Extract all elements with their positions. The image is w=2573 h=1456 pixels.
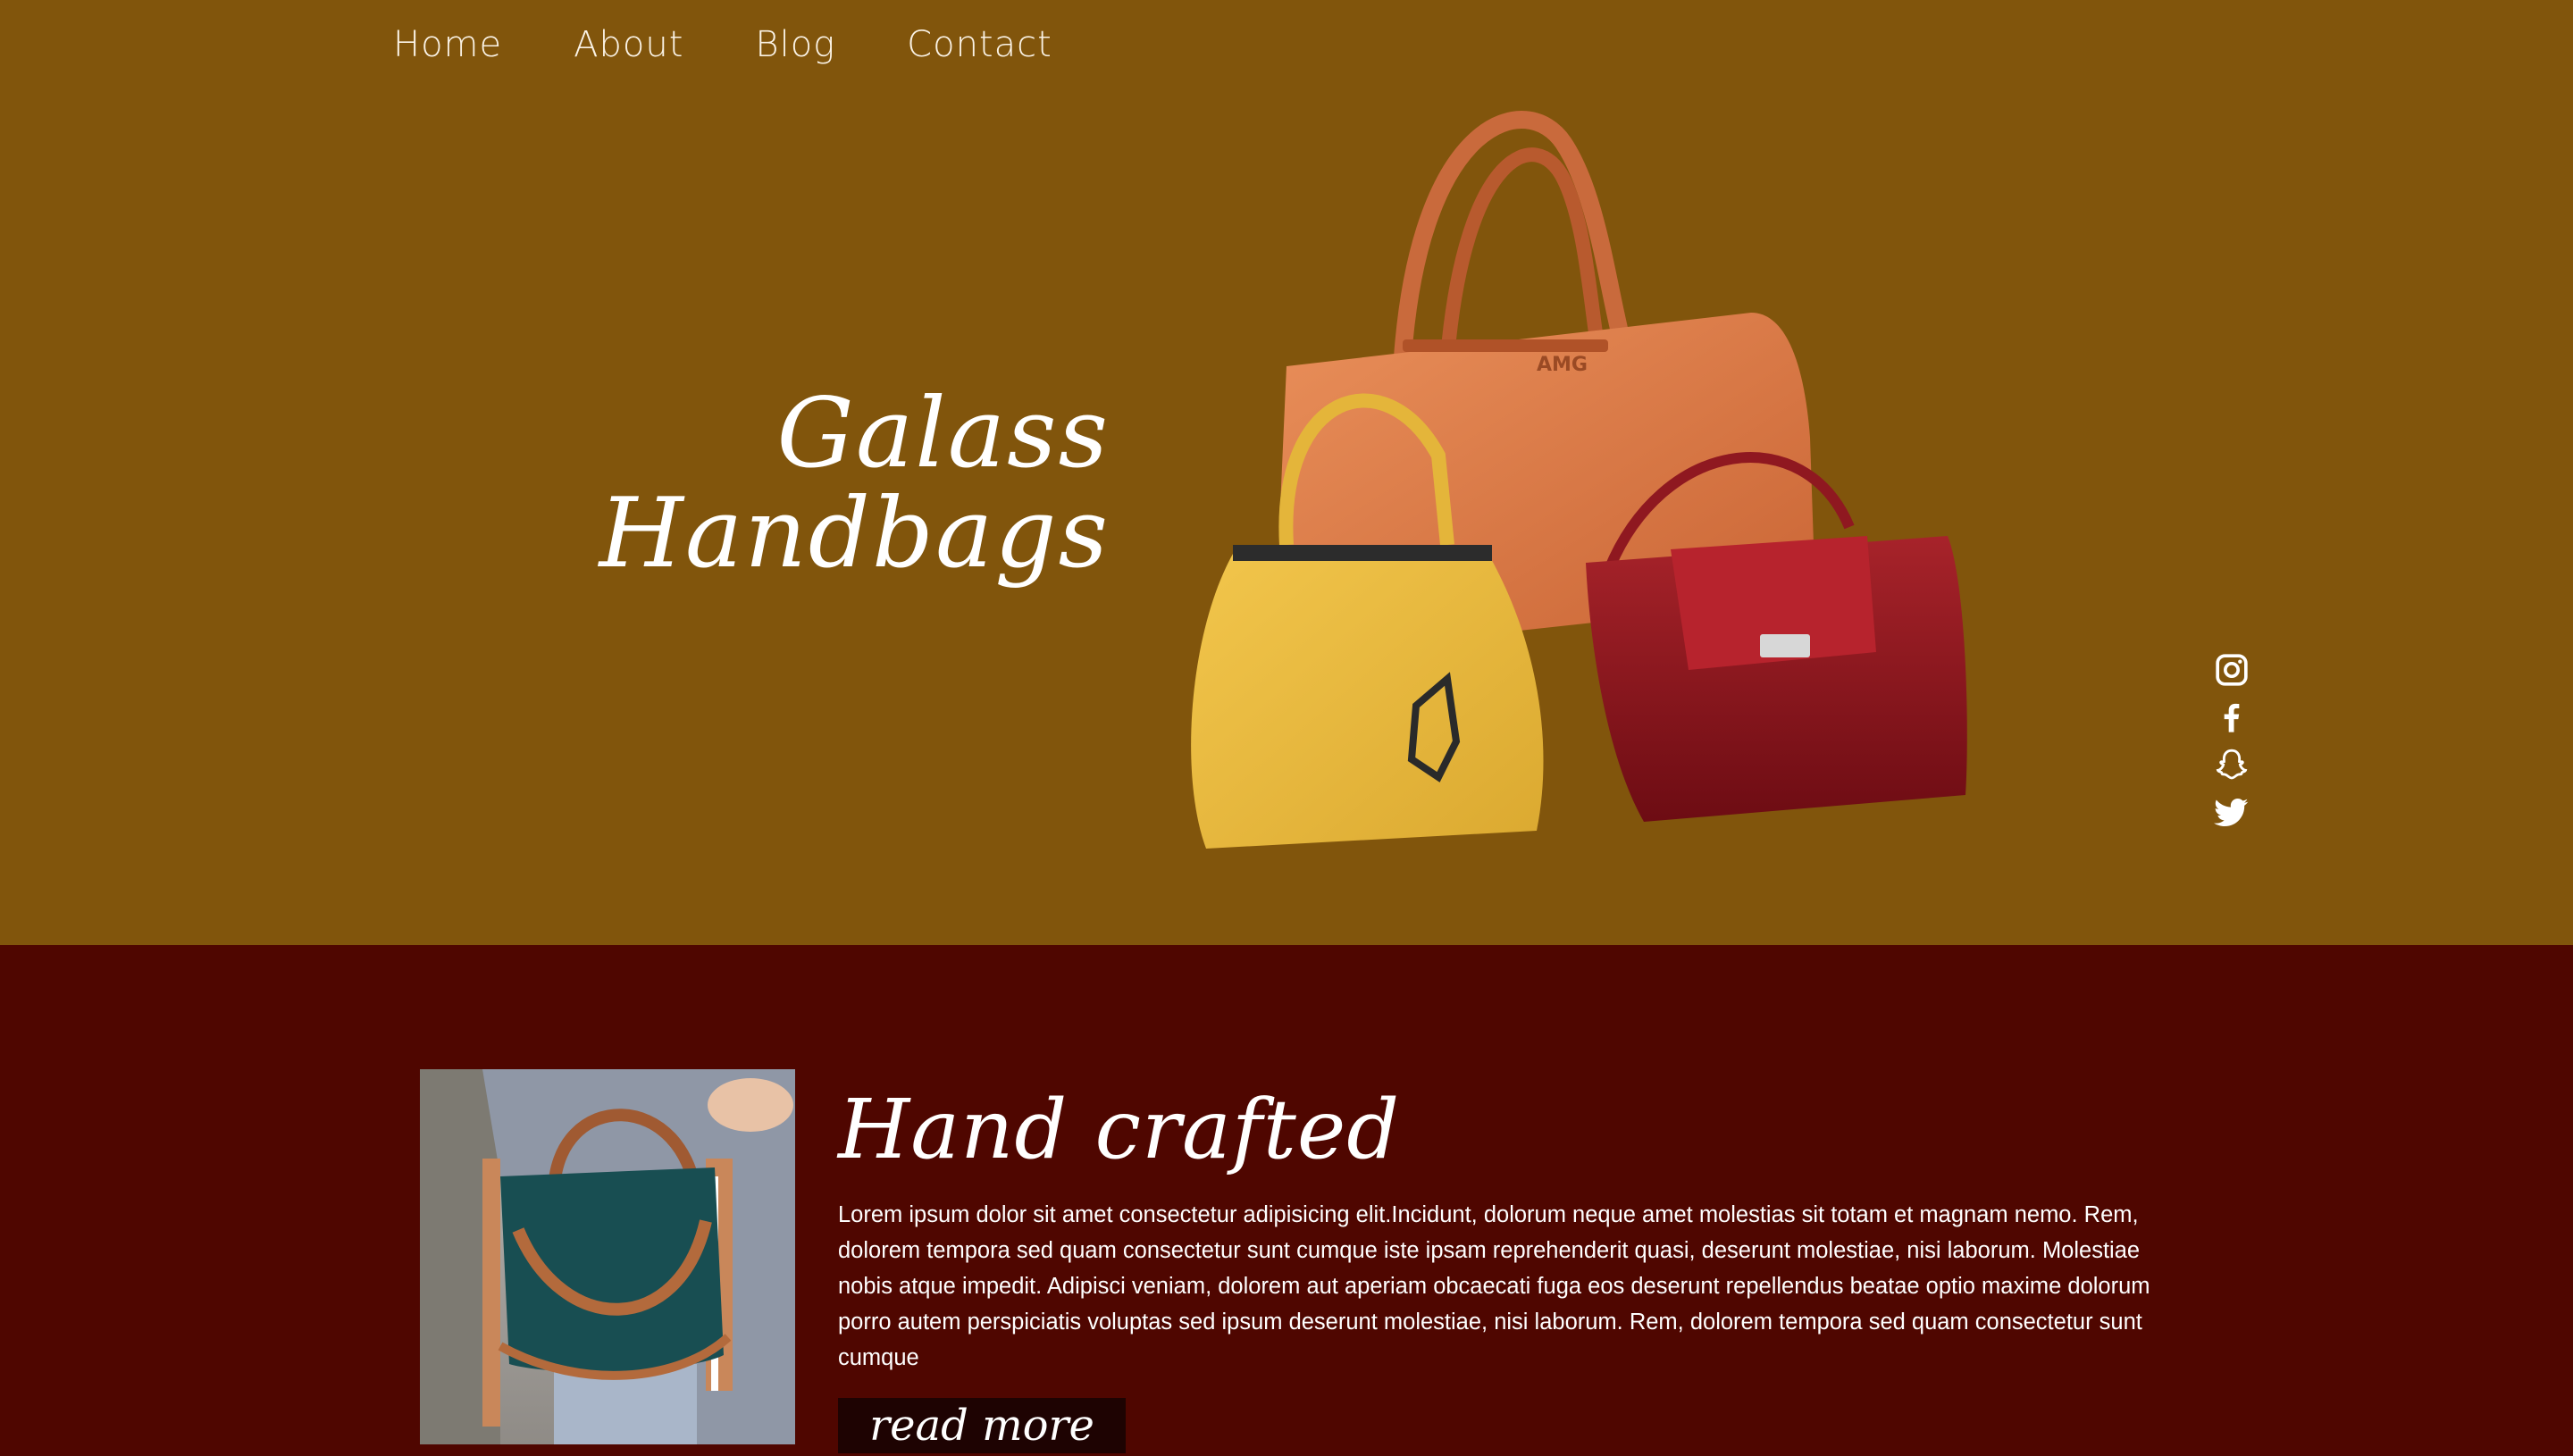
nav-blog-link[interactable]: Blog bbox=[755, 20, 835, 70]
social-links bbox=[2214, 652, 2250, 841]
hero-title: Galass Handbags bbox=[599, 384, 1110, 584]
hero-title-line2: Handbags bbox=[599, 478, 1110, 590]
handbags-image: AMG bbox=[1191, 111, 1967, 849]
nav-home-link[interactable]: Home bbox=[393, 20, 502, 70]
read-more-button[interactable]: read more bbox=[838, 1398, 1126, 1453]
instagram-icon[interactable] bbox=[2214, 652, 2250, 688]
hero-section: Home About Blog Contact Galass Handbags bbox=[0, 0, 2573, 945]
nav-about-link[interactable]: About bbox=[574, 20, 683, 70]
bag-brand-text: AMG bbox=[1537, 354, 1588, 376]
feature-title: Hand crafted bbox=[838, 1082, 1401, 1177]
feature-image bbox=[420, 1069, 795, 1444]
twitter-icon[interactable] bbox=[2214, 794, 2250, 830]
snapchat-icon[interactable] bbox=[2214, 747, 2250, 782]
nav-contact-link[interactable]: Contact bbox=[907, 20, 1052, 70]
feature-text: Lorem ipsum dolor sit amet consectetur a… bbox=[838, 1202, 2150, 1370]
facebook-icon[interactable] bbox=[2214, 699, 2250, 735]
hero-title-line1: Galass bbox=[776, 378, 1110, 490]
main-nav: Home About Blog Contact bbox=[393, 20, 1052, 70]
